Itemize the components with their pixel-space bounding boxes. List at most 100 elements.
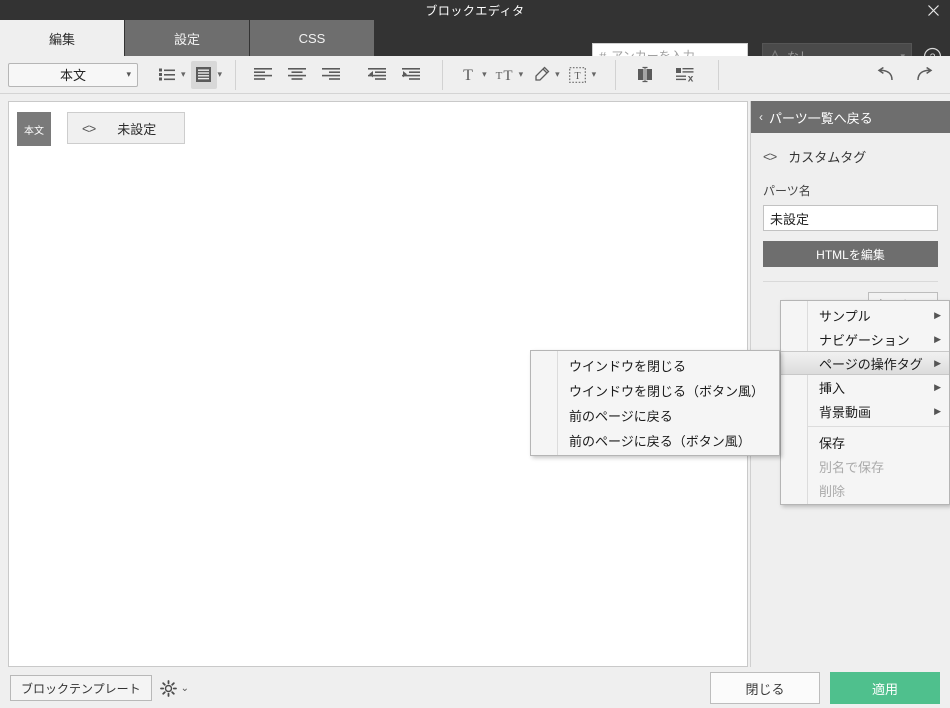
back-to-parts-list[interactable]: ‹ パーツ一覧へ戻る (751, 101, 950, 133)
settings-menu[interactable]: ⌄ (159, 679, 190, 697)
chevron-right-icon: ▶ (934, 381, 941, 392)
submenu-item-back-page-button[interactable]: 前のページに戻る（ボタン風） (531, 428, 779, 453)
menu-item-label: ウインドウを閉じる (569, 359, 687, 374)
text-color-icon[interactable] (528, 61, 554, 89)
chevron-down-icon[interactable]: ▾ (592, 69, 597, 80)
align-left-icon[interactable] (250, 61, 276, 89)
chevron-down-icon[interactable]: ▾ (218, 69, 223, 80)
code-brackets-icon: <> (82, 120, 96, 136)
menu-item-label: 挿入 (819, 380, 846, 396)
text-style-icon[interactable]: T (455, 61, 481, 89)
bottom-bar: ブロックテンプレート ⌄ 閉じる 適用 (0, 668, 950, 708)
submenu-item-close-window-button[interactable]: ウインドウを閉じる（ボタン風） (531, 378, 779, 403)
menu-item-label: サンプル (819, 308, 871, 324)
toolbar-group-history (872, 61, 950, 89)
custom-tag-label: 未設定 (117, 121, 157, 137)
indent-icon[interactable] (398, 61, 424, 89)
tab-edit[interactable]: 編集 (0, 20, 125, 56)
align-center-icon[interactable] (284, 61, 310, 89)
menu-item-label: 別名で保存 (819, 459, 885, 475)
toolbar-group-style: 本文 ▾ (0, 56, 146, 94)
part-name-label: パーツ名 (763, 184, 811, 198)
menu-item-background-video[interactable]: 背景動画 ▶ (781, 399, 949, 423)
gear-icon (159, 679, 177, 697)
block-row: 本文 <> 未設定 (9, 102, 747, 156)
menu-item-label: 前のページに戻る (569, 409, 673, 424)
tab-settings[interactable]: 設定 (125, 20, 250, 56)
menu-item-save-as: 別名で保存 (781, 454, 949, 478)
paragraph-format-icon[interactable] (190, 60, 217, 89)
style-select[interactable]: 本文 ▾ (8, 62, 138, 87)
outdent-icon[interactable] (364, 61, 390, 89)
chevron-right-icon: ▶ (934, 333, 941, 344)
menu-item-insert[interactable]: 挿入 ▶ (781, 375, 949, 399)
chevron-down-icon[interactable]: ▾ (181, 69, 186, 80)
svg-text:T: T (495, 70, 502, 82)
menu-item-page-operation-tags[interactable]: ページの操作タグ ▶ (781, 351, 949, 375)
chevron-down-icon: ⌄ (180, 682, 190, 694)
chevron-down-icon[interactable]: ▾ (482, 69, 487, 80)
custom-tag-block[interactable]: <> 未設定 (67, 112, 185, 144)
menu-item-navigation[interactable]: ナビゲーション ▶ (781, 327, 949, 351)
close-icon[interactable] (920, 0, 946, 20)
block-template-label: ブロックテンプレート (21, 681, 141, 696)
toolbar-group-block: x (616, 56, 706, 94)
chevron-down-icon[interactable]: ▾ (555, 69, 560, 80)
menu-item-label: 削除 (819, 483, 846, 499)
submenu-item-close-window[interactable]: ウインドウを閉じる (531, 353, 779, 378)
code-brackets-icon: <> (763, 149, 777, 164)
svg-text:T: T (503, 68, 512, 83)
back-to-parts-list-label: パーツ一覧へ戻る (769, 110, 873, 126)
toolbar-group-align (236, 56, 432, 94)
properties-panel-body: <> カスタムタグ パーツ名 HTMLを編集 セット ⌄ (751, 133, 950, 316)
menu-item-label: 背景動画 (819, 404, 872, 420)
svg-text:T: T (575, 71, 581, 82)
chevron-down-icon[interactable]: ▾ (519, 69, 524, 80)
formatting-toolbar: 本文 ▾ ▾ ▾ T ▾ T T ▾ ▾ T ▾ x (0, 56, 950, 94)
menu-item-label: 保存 (819, 435, 846, 451)
block-type-label: 本文 (24, 125, 44, 137)
menu-item-label: ナビゲーション (819, 332, 910, 348)
chevron-right-icon: ▶ (934, 357, 941, 368)
bottom-bar-actions: 閉じる 適用 (710, 672, 940, 704)
align-right-icon[interactable] (318, 61, 344, 89)
text-box-icon[interactable]: T (565, 61, 591, 89)
menu-item-sample[interactable]: サンプル ▶ (781, 303, 949, 327)
apply-button[interactable]: 適用 (830, 672, 940, 704)
block-template-button[interactable]: ブロックテンプレート (10, 675, 152, 701)
part-name-input[interactable] (763, 205, 938, 231)
set-dropdown-menu: サンプル ▶ ナビゲーション ▶ ページの操作タグ ▶ 挿入 ▶ 背景動画 ▶ … (780, 300, 950, 505)
svg-text:T: T (463, 67, 473, 83)
toolbar-group-text: T ▾ T T ▾ ▾ T ▾ (443, 56, 609, 94)
tab-edit-label: 編集 (48, 31, 75, 47)
redo-icon[interactable] (912, 61, 938, 89)
menu-item-save[interactable]: 保存 (781, 430, 949, 454)
tab-settings-label: 設定 (173, 31, 200, 47)
chevron-right-icon: ▶ (934, 309, 941, 320)
title-bar: ブロックエディタ (0, 0, 950, 20)
menu-item-label: ウインドウを閉じる（ボタン風） (569, 384, 765, 399)
menu-item-label: 前のページに戻る（ボタン風） (569, 434, 751, 449)
part-type-heading: <> カスタムタグ (763, 147, 938, 166)
font-size-icon[interactable]: T T (492, 61, 518, 89)
tab-css[interactable]: CSS (250, 20, 375, 56)
window-title: ブロックエディタ (425, 3, 525, 18)
menu-item-label: ページの操作タグ (819, 356, 923, 372)
block-editor-window: ブロックエディタ 編集 設定 CSS # なし ▾ (0, 0, 950, 708)
menu-separator (807, 426, 949, 427)
bullet-list-icon[interactable] (154, 61, 180, 89)
edit-html-button[interactable]: HTMLを編集 (763, 241, 938, 267)
close-button[interactable]: 閉じる (710, 672, 820, 704)
undo-icon[interactable] (872, 61, 898, 89)
svg-text:x: x (687, 73, 693, 83)
page-operation-tags-submenu: ウインドウを閉じる ウインドウを閉じる（ボタン風） 前のページに戻る 前のページ… (530, 350, 780, 456)
clear-format-icon[interactable]: x (672, 61, 698, 89)
submenu-item-back-page[interactable]: 前のページに戻る (531, 403, 779, 428)
split-block-icon[interactable] (632, 61, 658, 89)
block-type-badge: 本文 (17, 112, 51, 146)
chevron-left-icon: ‹ (759, 110, 763, 124)
chevron-down-icon: ▾ (126, 69, 131, 79)
toolbar-group-list: ▾ ▾ (146, 56, 235, 94)
toolbar-divider (718, 59, 720, 90)
tab-css-label: CSS (298, 30, 326, 46)
